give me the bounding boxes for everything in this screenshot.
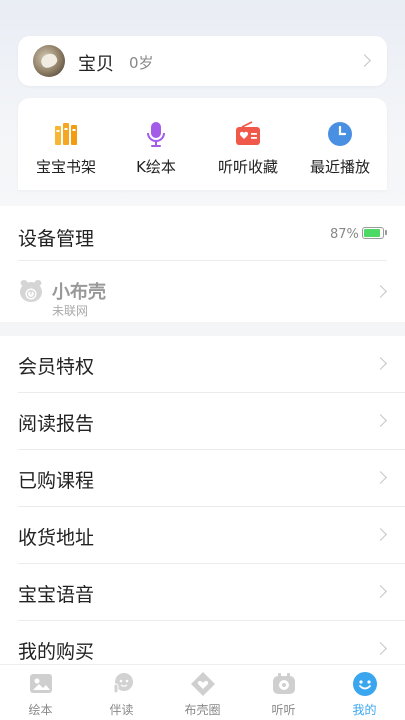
profile-card[interactable]: 宝贝 0岁 bbox=[18, 36, 387, 86]
quick-action-label: K绘本 bbox=[136, 158, 176, 176]
tab-label: 我的 bbox=[352, 703, 377, 717]
quick-action-bookshelf[interactable]: 宝宝书架 bbox=[20, 120, 112, 177]
chevron-right-icon bbox=[358, 54, 371, 67]
menu-item-shipping-address[interactable]: 收货地址 bbox=[0, 507, 405, 564]
quick-action-label: 听听收藏 bbox=[217, 158, 278, 176]
tab-label: 听听 bbox=[271, 703, 296, 717]
chevron-right-icon bbox=[374, 642, 387, 655]
device-name: 小布壳 bbox=[52, 282, 106, 303]
quick-action-k-picturebook[interactable]: K绘本 bbox=[110, 120, 202, 177]
quick-action-label: 宝宝书架 bbox=[35, 158, 96, 176]
menu-item-reading-report[interactable]: 阅读报告 bbox=[0, 393, 405, 450]
tab-companion-reading[interactable]: 伴读 bbox=[81, 671, 162, 718]
smiley-face-icon bbox=[352, 671, 378, 697]
menu-item-label: 阅读报告 bbox=[18, 413, 95, 435]
profile-name: 宝贝 bbox=[78, 54, 114, 75]
menu-item-purchased-courses[interactable]: 已购课程 bbox=[0, 450, 405, 507]
radio-icon bbox=[271, 671, 297, 697]
microphone-icon bbox=[142, 120, 170, 148]
tab-listen[interactable]: 听听 bbox=[243, 671, 324, 718]
quick-action-favorites[interactable]: 听听收藏 bbox=[202, 120, 294, 177]
quick-actions-card: 宝宝书架 K绘本 听听收藏 最近播放 bbox=[18, 98, 387, 190]
chevron-right-icon bbox=[374, 357, 387, 370]
tab-label: 布壳圈 bbox=[184, 703, 221, 717]
chevron-right-icon bbox=[374, 414, 387, 427]
clock-icon bbox=[326, 120, 354, 148]
tab-label: 伴读 bbox=[109, 703, 134, 717]
device-management-title: 设备管理 bbox=[18, 228, 95, 250]
chevron-right-icon bbox=[374, 285, 387, 298]
device-section: 设备管理 87% 小布壳 未联网 bbox=[0, 206, 405, 322]
bookshelf-icon bbox=[52, 120, 80, 148]
menu-item-label: 我的购买 bbox=[18, 641, 95, 663]
quick-action-recent[interactable]: 最近播放 bbox=[294, 120, 386, 177]
avatar[interactable] bbox=[33, 45, 65, 77]
companion-reading-icon bbox=[109, 671, 135, 697]
picture-book-icon bbox=[28, 671, 54, 697]
menu-item-label: 宝宝语音 bbox=[18, 584, 95, 606]
battery-percentage: 87% bbox=[330, 227, 359, 242]
battery-icon bbox=[362, 227, 387, 239]
chevron-right-icon bbox=[374, 528, 387, 541]
tab-buke-circle[interactable]: 布壳圈 bbox=[162, 671, 243, 718]
menu-item-baby-voice[interactable]: 宝宝语音 bbox=[0, 564, 405, 621]
menu-item-label: 已购课程 bbox=[18, 470, 95, 492]
chevron-right-icon bbox=[374, 585, 387, 598]
menu-item-label: 会员特权 bbox=[18, 356, 95, 378]
robot-device-icon bbox=[18, 278, 44, 304]
device-status: 未联网 bbox=[52, 304, 89, 318]
heart-circle-icon bbox=[190, 671, 216, 697]
device-row[interactable]: 小布壳 未联网 bbox=[0, 260, 405, 322]
profile-age: 0岁 bbox=[129, 54, 154, 72]
menu-list: 会员特权 阅读报告 已购课程 收货地址 宝宝语音 我的购买 bbox=[0, 336, 405, 664]
radio-heart-icon bbox=[234, 120, 262, 148]
tab-mine[interactable]: 我的 bbox=[324, 671, 405, 718]
tab-picture-books[interactable]: 绘本 bbox=[0, 671, 81, 718]
battery-level-fill bbox=[364, 229, 380, 237]
tab-label: 绘本 bbox=[28, 703, 53, 717]
chevron-right-icon bbox=[374, 471, 387, 484]
menu-item-label: 收货地址 bbox=[18, 527, 95, 549]
menu-item-vip-privileges[interactable]: 会员特权 bbox=[0, 336, 405, 393]
quick-action-label: 最近播放 bbox=[309, 158, 370, 176]
bottom-tab-bar: 绘本 伴读 布壳圈 听听 我的 bbox=[0, 664, 405, 720]
